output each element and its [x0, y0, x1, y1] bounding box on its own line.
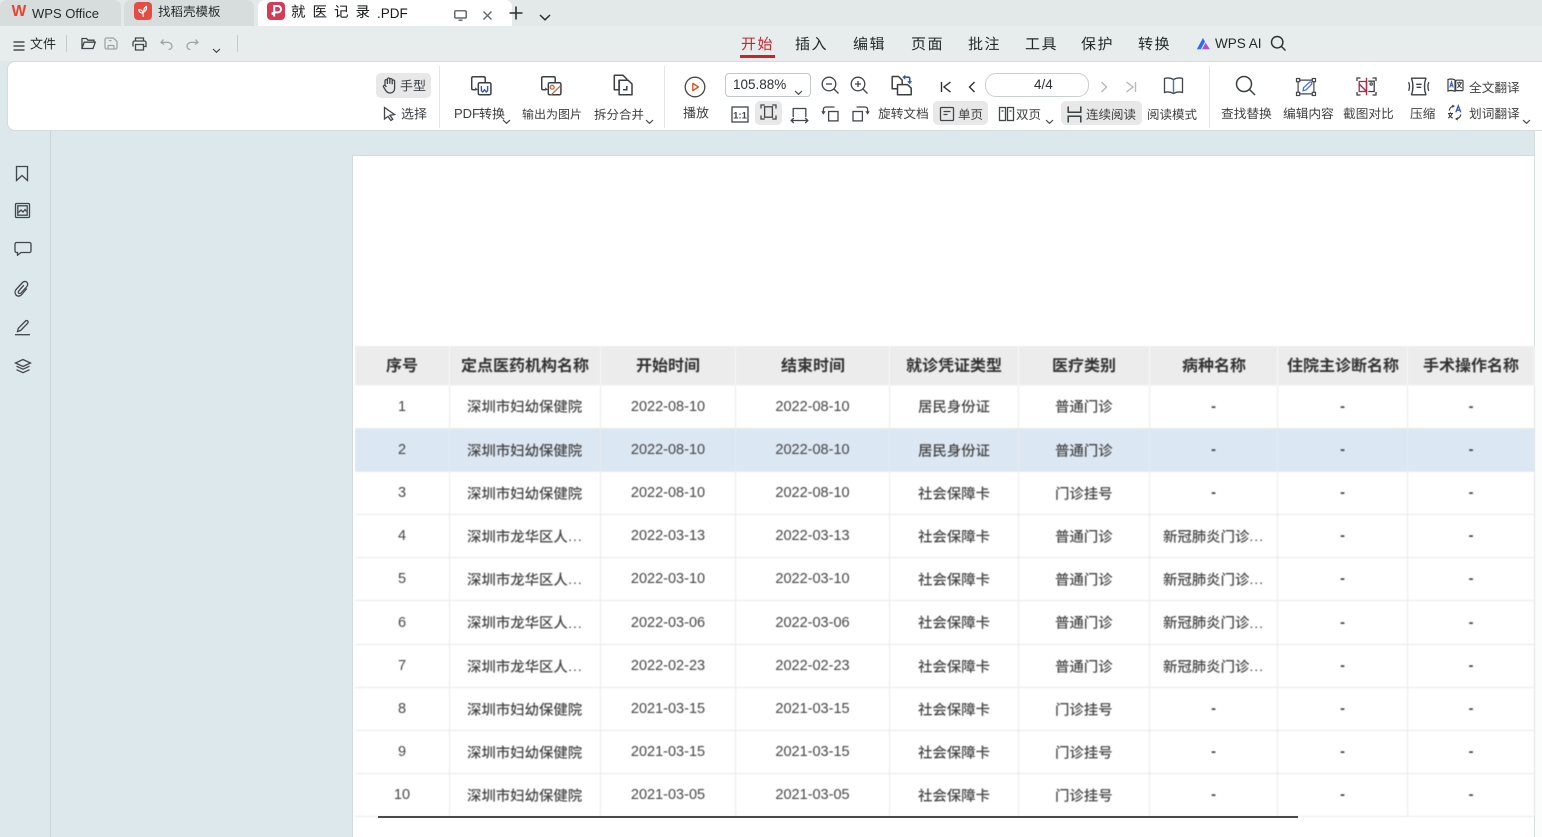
svg-text:W: W	[12, 3, 27, 18]
svg-text:1:1: 1:1	[733, 110, 747, 121]
